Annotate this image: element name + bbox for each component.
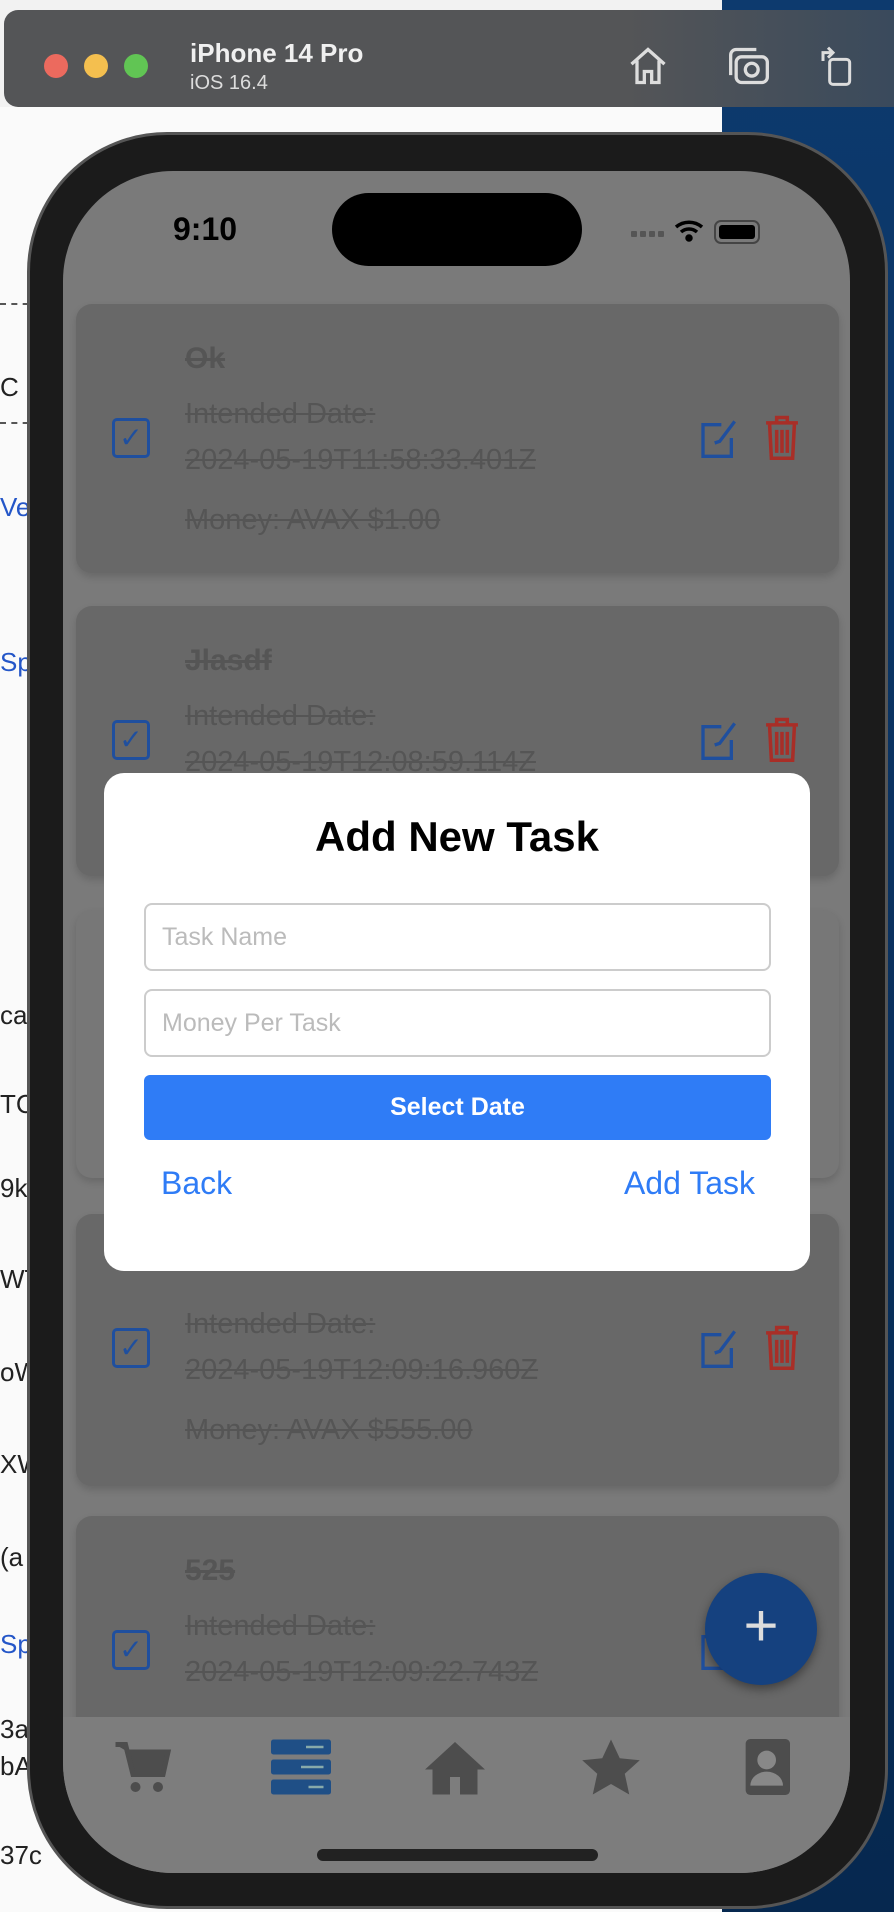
checkbox-checked[interactable]: ✓: [112, 1630, 150, 1670]
task-date-label: Intended Date:: [185, 700, 376, 732]
task-title: 525: [185, 1554, 236, 1587]
back-button[interactable]: Back: [161, 1165, 232, 1202]
money-per-task-input[interactable]: [144, 989, 771, 1057]
status-time: 9:10: [173, 211, 238, 247]
select-date-button[interactable]: Select Date: [144, 1075, 771, 1140]
zoom-button[interactable]: [124, 54, 148, 78]
task-date: 2024-05-19T12:09:16.960Z: [185, 1354, 539, 1386]
bg-text: 3a: [0, 1714, 29, 1744]
task-date-label: Intended Date:: [185, 398, 376, 430]
bg-text: 37c: [0, 1840, 42, 1870]
battery-icon: [714, 220, 760, 244]
bg-text: (a: [0, 1542, 24, 1572]
task-date: 2024-05-19T11:58:33.401Z: [185, 444, 536, 476]
add-task-modal: Add New Task Select Date Back Add Task: [104, 773, 810, 1271]
home-icon[interactable]: [626, 44, 670, 88]
task-money: Money: AVAX $555.00: [185, 1414, 473, 1446]
simulator-titlebar: iPhone 14 Pro iOS 16.4: [4, 10, 894, 107]
add-task-button[interactable]: Add Task: [624, 1165, 755, 1202]
checkbox-checked[interactable]: ✓: [112, 418, 150, 458]
checkbox-checked[interactable]: ✓: [112, 720, 150, 760]
signal-icon: [631, 231, 664, 237]
minimize-button[interactable]: [84, 54, 108, 78]
close-button[interactable]: [44, 54, 68, 78]
device-name: iPhone 14 Pro: [190, 38, 364, 68]
task-date-label: Intended Date:: [185, 1308, 376, 1340]
task-date: 2024-05-19T12:09:22.743Z: [185, 1656, 539, 1688]
task-card: ✓ Ok Intended Date: 2024-05-19T11:58:33.…: [76, 304, 839, 573]
add-task-fab[interactable]: +: [705, 1573, 817, 1685]
edit-icon[interactable]: [698, 416, 738, 460]
cart-icon[interactable]: [113, 1739, 173, 1795]
task-name-input[interactable]: [144, 903, 771, 971]
contacts-icon[interactable]: [739, 1739, 799, 1795]
task-title: Jlasdf: [185, 644, 272, 677]
screenshot-icon[interactable]: [726, 44, 772, 88]
tasks-icon[interactable]: [271, 1739, 331, 1795]
rotate-icon[interactable]: [818, 44, 858, 88]
bg-text: ca: [0, 1000, 28, 1030]
trash-icon[interactable]: [764, 716, 800, 762]
trash-icon[interactable]: [764, 1324, 800, 1370]
wifi-icon: [674, 220, 704, 242]
trash-icon[interactable]: [764, 414, 800, 460]
home-icon[interactable]: [425, 1739, 485, 1795]
star-icon[interactable]: [581, 1739, 641, 1795]
edit-icon[interactable]: [698, 718, 738, 762]
task-date-label: Intended Date:: [185, 1610, 376, 1642]
bg-text: 9k: [0, 1173, 28, 1203]
phone-screen: 9:10 ✓ Ok Intended Date: 2024-05-19T11:5…: [63, 171, 850, 1873]
modal-title: Add New Task: [315, 813, 599, 860]
checkbox-checked[interactable]: ✓: [112, 1328, 150, 1368]
bg-text: C: [0, 372, 19, 402]
dynamic-island: [332, 193, 582, 266]
bg-text: Ve: [0, 492, 31, 522]
edit-icon[interactable]: [698, 1326, 738, 1370]
os-version: iOS 16.4: [190, 72, 268, 94]
status-icons: [631, 220, 760, 244]
home-indicator[interactable]: [317, 1849, 598, 1861]
task-money: Money: AVAX $1.00: [185, 504, 441, 536]
task-title: Ok: [185, 342, 226, 375]
